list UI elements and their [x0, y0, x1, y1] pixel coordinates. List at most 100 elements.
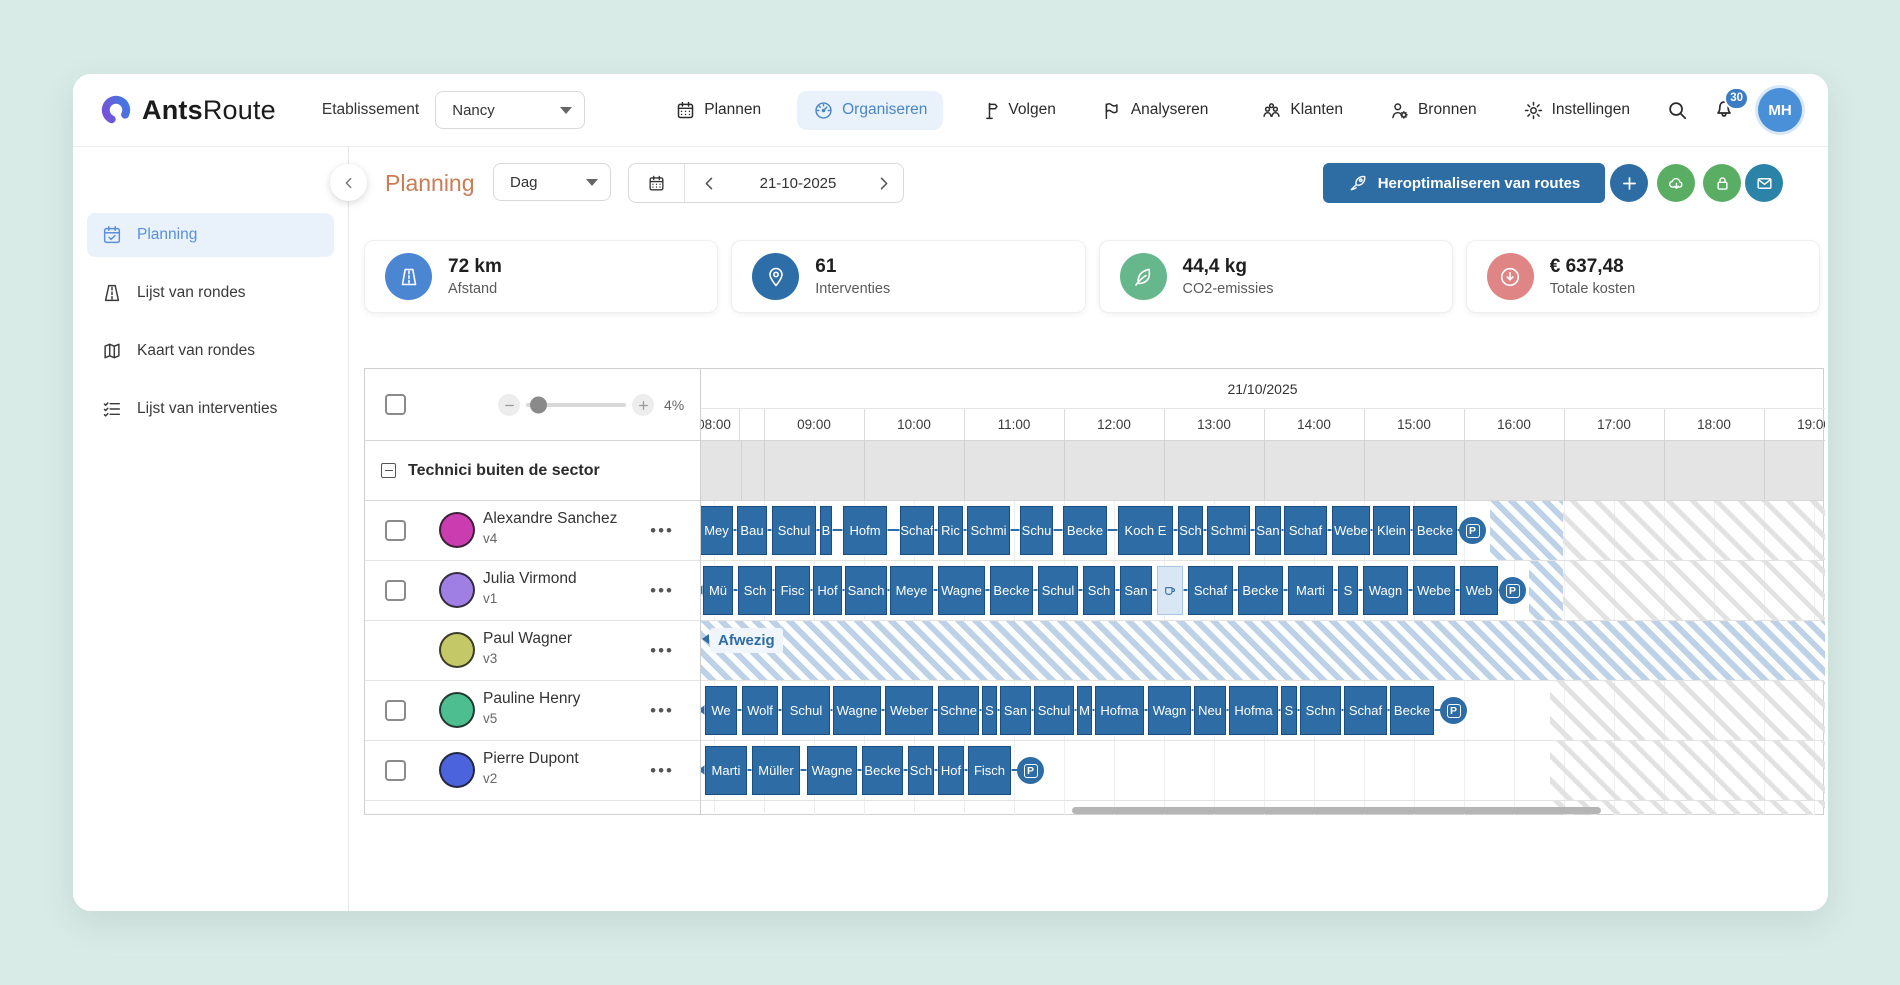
- task-block[interactable]: Hofma: [1229, 686, 1278, 735]
- task-block[interactable]: Becke: [1413, 506, 1457, 555]
- reoptimize-routes-button[interactable]: Heroptimaliseren van routes: [1323, 163, 1605, 203]
- sidebar-item-lijst-van-rondes[interactable]: Lijst van rondes: [87, 271, 334, 315]
- task-block[interactable]: Marti: [705, 746, 747, 795]
- sidebar-item-kaart-van-rondes[interactable]: Kaart van rondes: [87, 329, 334, 373]
- nav-item-klanten[interactable]: Klanten: [1251, 91, 1353, 130]
- task-block[interactable]: Fisc: [775, 566, 810, 615]
- user-avatar[interactable]: MH: [1758, 88, 1802, 132]
- task-block[interactable]: Koch E: [1118, 506, 1173, 555]
- add-button[interactable]: [1610, 164, 1648, 202]
- task-block[interactable]: Hofma: [1095, 686, 1144, 735]
- task-block[interactable]: S: [982, 686, 997, 735]
- task-block[interactable]: Fisch: [968, 746, 1011, 795]
- notifications-button[interactable]: 30: [1712, 96, 1736, 125]
- horizontal-scrollbar[interactable]: [1072, 807, 1601, 814]
- row-checkbox[interactable]: [385, 700, 406, 721]
- route-end-marker[interactable]: P: [1440, 697, 1467, 724]
- zoom-slider-knob[interactable]: [530, 397, 547, 414]
- row-checkbox[interactable]: [385, 760, 406, 781]
- task-block[interactable]: Meye: [890, 566, 933, 615]
- task-block[interactable]: Schaf: [900, 506, 934, 555]
- row-menu-button[interactable]: •••: [650, 581, 674, 601]
- task-block[interactable]: M: [1077, 686, 1092, 735]
- task-block[interactable]: Schaf: [1284, 506, 1327, 555]
- task-block[interactable]: Webe: [1413, 566, 1455, 615]
- task-block[interactable]: Marti: [1288, 566, 1333, 615]
- route-end-marker[interactable]: P: [1017, 757, 1044, 784]
- task-block[interactable]: Wolf: [742, 686, 778, 735]
- task-block[interactable]: Schaf: [1188, 566, 1233, 615]
- task-block[interactable]: Hof: [813, 566, 842, 615]
- task-block[interactable]: Weber: [885, 686, 933, 735]
- period-select[interactable]: Dag: [493, 163, 611, 201]
- task-block[interactable]: Schul: [772, 506, 816, 555]
- brand-logo[interactable]: AntsRoute: [99, 93, 276, 127]
- nav-item-organiseren[interactable]: Organiseren: [797, 91, 943, 130]
- next-day-button[interactable]: [863, 164, 903, 202]
- row-menu-button[interactable]: •••: [650, 701, 674, 721]
- task-block[interactable]: Wagne: [833, 686, 881, 735]
- task-block[interactable]: Schaf: [1344, 686, 1387, 735]
- task-block[interactable]: San: [1120, 566, 1152, 615]
- sidebar-item-lijst-van-interventies[interactable]: Lijst van interventies: [87, 387, 334, 431]
- zoom-out-button[interactable]: [498, 394, 520, 416]
- task-block[interactable]: Schmi: [1207, 506, 1250, 555]
- nav-item-instellingen[interactable]: Instellingen: [1513, 91, 1640, 130]
- task-block[interactable]: Becke: [862, 746, 903, 795]
- row-menu-button[interactable]: •••: [650, 641, 674, 661]
- task-block[interactable]: Becke: [1390, 686, 1434, 735]
- zoom-in-button[interactable]: [632, 394, 654, 416]
- task-block[interactable]: Schul: [1038, 566, 1078, 615]
- nav-item-plannen[interactable]: Plannen: [665, 91, 771, 130]
- sidebar-collapse-button[interactable]: [330, 164, 367, 201]
- row-checkbox[interactable]: [385, 520, 406, 541]
- select-all-checkbox[interactable]: [385, 394, 406, 415]
- task-block[interactable]: Sch: [738, 566, 772, 615]
- task-block[interactable]: Webe: [1332, 506, 1370, 555]
- task-block[interactable]: Schne: [938, 686, 979, 735]
- task-block[interactable]: S: [1281, 686, 1297, 735]
- task-block[interactable]: Hof: [938, 746, 964, 795]
- calendar-picker-button[interactable]: [629, 164, 685, 202]
- nav-item-analyseren[interactable]: Analyseren: [1092, 91, 1219, 130]
- task-block[interactable]: San: [1000, 686, 1031, 735]
- task-block[interactable]: Schn: [1300, 686, 1341, 735]
- zoom-slider[interactable]: [526, 403, 626, 407]
- establishment-select[interactable]: Nancy: [435, 91, 585, 129]
- task-block[interactable]: Becke: [990, 566, 1033, 615]
- task-block[interactable]: Neu: [1194, 686, 1226, 735]
- row-menu-button[interactable]: •••: [650, 761, 674, 781]
- task-block[interactable]: Schul: [782, 686, 830, 735]
- prev-day-button[interactable]: [685, 164, 733, 202]
- task-block[interactable]: Web: [1460, 566, 1498, 615]
- task-block[interactable]: B: [820, 506, 832, 555]
- task-block[interactable]: Ric: [938, 506, 963, 555]
- route-end-marker[interactable]: P: [1499, 577, 1526, 604]
- task-block[interactable]: Wagn: [1363, 566, 1408, 615]
- download-button[interactable]: [1657, 164, 1695, 202]
- task-block[interactable]: Mü: [703, 566, 733, 615]
- group-collapse-toggle[interactable]: [381, 463, 396, 478]
- task-block[interactable]: Müller: [752, 746, 800, 795]
- sidebar-item-planning[interactable]: Planning: [87, 213, 334, 257]
- row-checkbox[interactable]: [385, 580, 406, 601]
- task-block[interactable]: Schul: [1034, 686, 1074, 735]
- task-block[interactable]: Hofm: [843, 506, 887, 555]
- task-block[interactable]: Schmi: [967, 506, 1010, 555]
- search-button[interactable]: [1666, 99, 1688, 121]
- task-block[interactable]: Wagne: [807, 746, 857, 795]
- task-block[interactable]: Sch: [1083, 566, 1115, 615]
- nav-item-volgen[interactable]: Volgen: [969, 91, 1065, 130]
- task-block[interactable]: Wagne: [938, 566, 985, 615]
- task-block[interactable]: Sch: [908, 746, 934, 795]
- task-block[interactable]: Bau: [737, 506, 767, 555]
- task-block[interactable]: Mey: [700, 506, 733, 555]
- task-block[interactable]: Sanch: [845, 566, 887, 615]
- task-block[interactable]: Sch: [1178, 506, 1203, 555]
- mail-button[interactable]: [1745, 164, 1783, 202]
- task-block[interactable]: Becke: [1238, 566, 1283, 615]
- task-block[interactable]: We: [705, 686, 737, 735]
- nav-item-bronnen[interactable]: Bronnen: [1379, 91, 1487, 130]
- task-block[interactable]: Becke: [1063, 506, 1107, 555]
- task-block[interactable]: Klein: [1373, 506, 1410, 555]
